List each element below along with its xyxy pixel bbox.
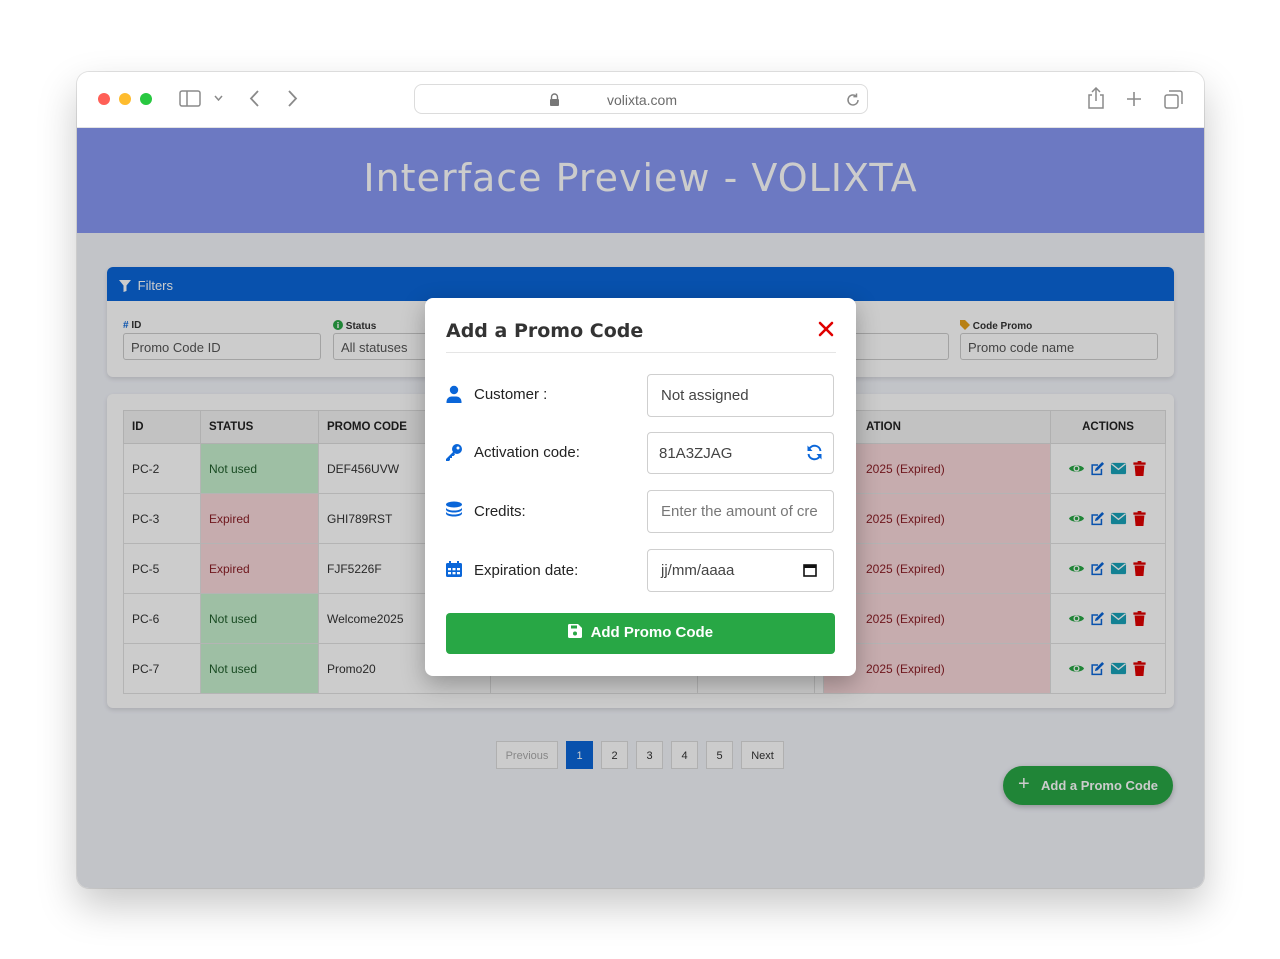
- back-arrow-icon[interactable]: [249, 90, 260, 107]
- user-icon: [446, 385, 462, 403]
- close-window-button[interactable]: [98, 93, 110, 105]
- sidebar-toggle-icon[interactable]: [179, 90, 201, 107]
- page-content: Interface Preview - VOLIXTA Filters # ID…: [77, 128, 1204, 888]
- close-icon[interactable]: [817, 320, 835, 338]
- forward-arrow-icon[interactable]: [287, 90, 298, 107]
- add-promo-modal: Add a Promo Code Customer : Not assigned…: [425, 298, 856, 676]
- customer-select[interactable]: Not assigned: [647, 374, 834, 417]
- modal-title: Add a Promo Code: [446, 320, 644, 342]
- credits-label: Credits:: [474, 503, 526, 520]
- expiration-date-label: Expiration date:: [474, 562, 579, 579]
- maximize-window-button[interactable]: [140, 93, 152, 105]
- save-icon: [567, 624, 582, 638]
- coins-icon: [446, 501, 462, 517]
- new-tab-icon[interactable]: [1126, 91, 1142, 107]
- address-bar[interactable]: volixta.com: [414, 84, 868, 114]
- reload-icon[interactable]: [845, 92, 861, 108]
- modal-divider: [446, 352, 836, 353]
- activation-code-label: Activation code:: [474, 444, 580, 461]
- tabs-overview-icon[interactable]: [1164, 90, 1183, 109]
- browser-titlebar: volixta.com: [77, 72, 1204, 128]
- customer-label: Customer :: [474, 386, 548, 403]
- add-promo-code-button-label: Add Promo Code: [590, 624, 714, 641]
- browser-window: volixta.com Interface Preview - VOLIXTA: [77, 72, 1204, 888]
- url-text: volixta.com: [606, 92, 678, 108]
- share-icon[interactable]: [1087, 87, 1105, 109]
- calendar-picker-icon[interactable]: [803, 563, 817, 577]
- credits-input[interactable]: Enter the amount of cre: [647, 490, 834, 533]
- calendar-icon: [446, 561, 462, 577]
- add-promo-code-button[interactable]: Add Promo Code: [446, 613, 835, 654]
- refresh-icon[interactable]: [806, 444, 823, 461]
- chevron-down-icon[interactable]: [214, 95, 223, 102]
- minimize-window-button[interactable]: [119, 93, 131, 105]
- key-icon: [446, 444, 462, 461]
